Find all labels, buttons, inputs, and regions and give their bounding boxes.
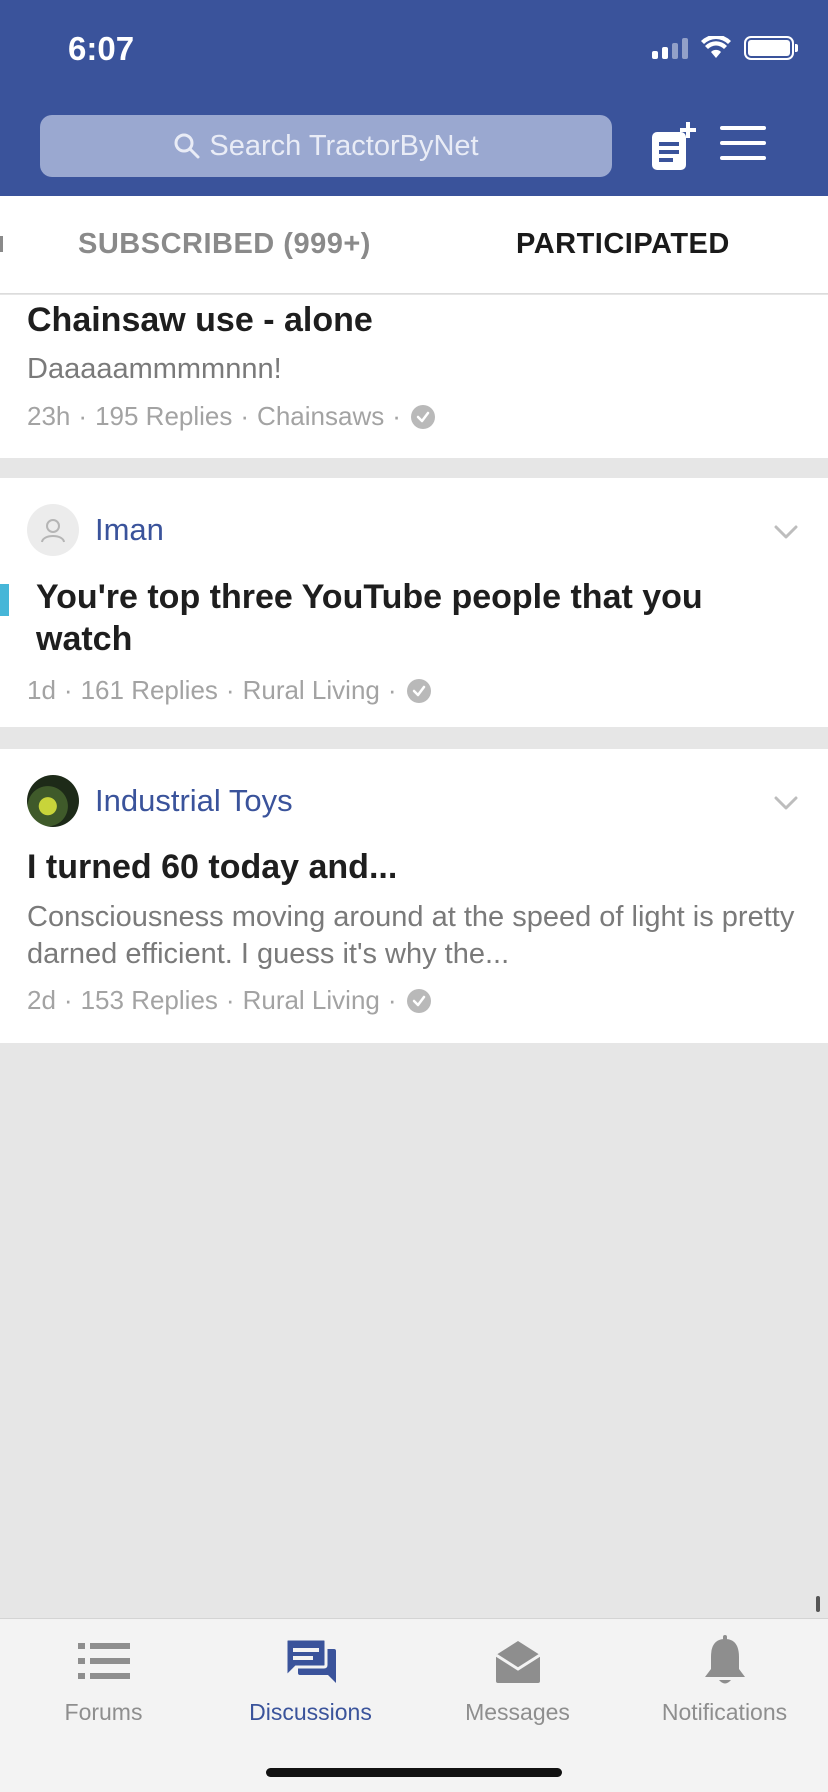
thread-title[interactable]: I turned 60 today and... [27,846,397,888]
chevron-down-icon[interactable] [774,795,798,811]
bell-icon [704,1635,745,1684]
thread-snippet: Consciousness moving around at the speed… [27,901,795,970]
list-icon [77,1643,130,1679]
search-input[interactable]: Search TractorByNet [40,115,612,177]
chat-bubbles-icon [284,1637,336,1683]
thread-card[interactable]: Industrial Toys I turned 60 today and...… [0,749,828,1043]
avatar [27,775,79,827]
thread-forum[interactable]: Chainsaws [257,401,384,432]
wifi-icon [701,36,731,58]
discussion-tabs: SUBSCRIBED (999+) PARTICIPATED [0,196,828,294]
nav-discussions[interactable]: Discussions [207,1633,414,1726]
thread-replies: 195 Replies [95,401,233,431]
hamburger-menu-icon[interactable] [720,126,766,162]
participated-check-icon [410,404,435,429]
thread-card[interactable]: Chainsaw use - alone Daaaaammmmnnn! 23h ·… [0,295,828,458]
nav-messages[interactable]: Messages [414,1633,621,1726]
avatar [27,504,79,556]
home-indicator[interactable] [266,1768,562,1777]
nav-label: Messages [465,1699,570,1725]
new-post-icon[interactable] [650,120,696,172]
status-time: 6:07 [68,30,135,67]
unread-indicator [0,584,9,616]
thread-forum[interactable]: Rural Living [243,985,380,1016]
tab-participated[interactable]: PARTICIPATED [516,228,730,261]
thread-age: 23h [27,401,71,431]
thread-age: 1d [27,675,56,705]
scrollbar[interactable] [816,1596,820,1612]
thread-forum[interactable]: Rural Living [243,675,380,706]
thread-author[interactable]: Industrial Toys [27,775,293,827]
status-icons [652,36,798,60]
thread-meta: 23h · 195 Replies · Chainsaws · [27,401,435,432]
cellular-signal-icon [652,37,688,59]
participated-check-icon [406,678,431,703]
previous-tab-edge [0,236,3,252]
nav-label: Notifications [661,1699,788,1725]
author-name[interactable]: Iman [95,512,164,548]
thread-title[interactable]: You're top three YouTube people that you… [36,576,796,660]
app-header: 6:07 Search TractorByNet [0,0,828,196]
chevron-down-icon[interactable] [774,524,798,540]
nav-forums[interactable]: Forums [0,1633,207,1726]
envelope-open-icon [494,1641,541,1683]
thread-age: 2d [27,985,56,1015]
search-placeholder: Search TractorByNet [209,129,479,162]
bottom-tab-bar: Forums Discussions Messages Notification… [0,1618,828,1792]
thread-author[interactable]: Iman [27,504,164,556]
thread-card[interactable]: Iman You're top three YouTube people tha… [0,478,828,727]
nav-label: Discussions [249,1699,372,1725]
participated-check-icon [406,988,431,1013]
nav-label: Forums [64,1699,143,1725]
thread-replies: 161 Replies [80,675,218,705]
thread-title[interactable]: Chainsaw use - alone [27,299,373,341]
thread-replies: 153 Replies [80,985,218,1015]
author-name[interactable]: Industrial Toys [95,783,293,819]
tab-subscribed[interactable]: SUBSCRIBED (999+) [78,228,371,261]
thread-snippet: Daaaaammmmnnn! [27,353,282,385]
thread-meta: 1d · 161 Replies · Rural Living · [27,675,431,706]
search-icon [174,133,200,159]
screen: 6:07 Search TractorByNet SUBSCRIBED (999… [0,0,828,1792]
thread-meta: 2d · 153 Replies · Rural Living · [27,985,431,1016]
nav-notifications[interactable]: Notifications [621,1633,828,1726]
battery-icon [744,36,798,60]
